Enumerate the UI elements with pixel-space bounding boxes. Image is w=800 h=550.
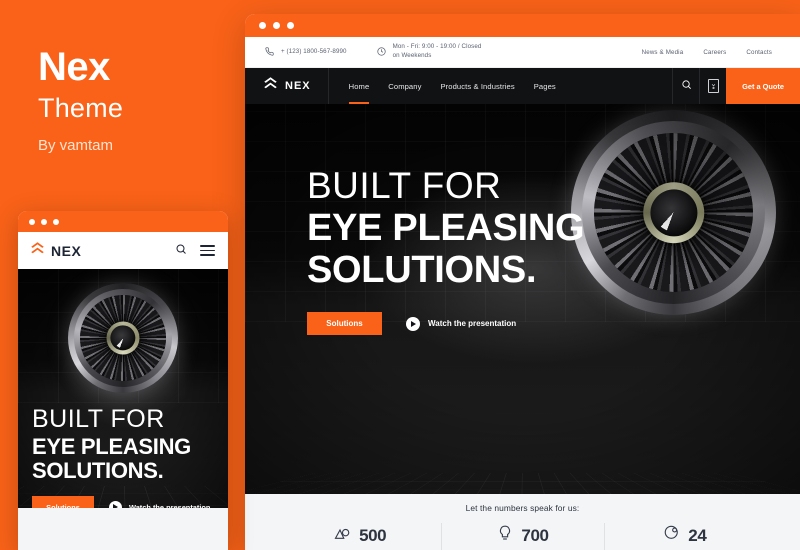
nav-item-pages[interactable]: Pages bbox=[534, 68, 556, 104]
topbar-hours: Mon - Fri: 9:00 - 19:00 / Closed on Week… bbox=[376, 43, 485, 61]
mobile-hero-watch-label: Watch the presentation bbox=[129, 502, 211, 508]
shopping-bag-icon bbox=[707, 79, 719, 93]
mobile-next-section bbox=[18, 508, 228, 550]
topbar-hours-text: Mon - Fri: 9:00 - 19:00 / Closed on Week… bbox=[392, 43, 482, 59]
mountain-icon bbox=[334, 524, 352, 547]
stat-value: 24 bbox=[688, 525, 707, 545]
site-logo-text: NEX bbox=[285, 80, 311, 92]
mobile-hero-headline-line3: SOLUTIONS. bbox=[32, 457, 164, 483]
nav-cart-button[interactable] bbox=[699, 68, 726, 104]
topbar-links: News & Media Careers Contacts bbox=[642, 49, 772, 56]
hero-watch-presentation-link[interactable]: Watch the presentation bbox=[406, 316, 517, 331]
site-main-navigation: NEX Home Company Products & Industries P… bbox=[245, 68, 800, 104]
mobile-header: NEX bbox=[18, 232, 228, 269]
window-dot-close[interactable] bbox=[29, 218, 35, 225]
chevron-stack-logo-icon bbox=[263, 76, 278, 96]
nav-items: Home Company Products & Industries Pages bbox=[329, 68, 556, 104]
stat-value: 500 bbox=[359, 525, 387, 545]
promo-subtitle: Theme bbox=[38, 93, 124, 123]
nav-item-home[interactable]: Home bbox=[348, 68, 370, 104]
promo-title: Nex bbox=[38, 45, 110, 89]
hero-solutions-button[interactable]: Solutions bbox=[307, 312, 382, 336]
hero-content: BUILT FOR EYE PLEASING SOLUTIONS. Soluti… bbox=[307, 165, 585, 336]
phone-icon bbox=[265, 43, 274, 61]
mobile-titlebar bbox=[18, 211, 228, 232]
topbar-link-contacts[interactable]: Contacts bbox=[746, 49, 772, 56]
search-icon[interactable] bbox=[175, 242, 187, 260]
stats-title: Let the numbers speak for us: bbox=[465, 503, 580, 513]
site-logo[interactable]: NEX bbox=[245, 68, 329, 104]
hero-section: BUILT FOR EYE PLEASING SOLUTIONS. Soluti… bbox=[245, 104, 800, 494]
nav-item-company[interactable]: Company bbox=[388, 68, 421, 104]
hero-cta-group: Solutions Watch the presentation bbox=[307, 312, 584, 336]
hero-headline-line3: SOLUTIONS. bbox=[307, 249, 537, 292]
nav-search-button[interactable] bbox=[672, 68, 699, 104]
desktop-titlebar bbox=[245, 14, 800, 37]
globe-pin-icon bbox=[663, 524, 681, 547]
hero-headline-line2: EYE PLEASING bbox=[307, 206, 585, 249]
window-dot-maximize[interactable] bbox=[53, 218, 59, 225]
topbar-phone-text: + (123) 1800-567-8990 bbox=[281, 47, 347, 55]
get-a-quote-button[interactable]: Get a Quote bbox=[726, 68, 800, 104]
hero-headline-line1: BUILT FOR bbox=[307, 165, 502, 206]
nav-right-group: Get a Quote bbox=[672, 68, 800, 104]
window-dot-maximize[interactable] bbox=[287, 22, 294, 29]
mobile-hero-cta-group: Solutions Watch the presentation bbox=[32, 496, 210, 508]
mobile-hero-solutions-button[interactable]: Solutions bbox=[32, 496, 94, 508]
stats-row: 500 700 24 bbox=[245, 523, 800, 550]
mobile-hero-section: BUILT FOR EYE PLEASING SOLUTIONS. Soluti… bbox=[18, 269, 228, 508]
desktop-browser-mockup: + (123) 1800-567-8990 Mon - Fri: 9:00 - … bbox=[245, 14, 800, 550]
site-topbar: + (123) 1800-567-8990 Mon - Fri: 9:00 - … bbox=[245, 37, 800, 68]
mobile-hero-headline-line2: EYE PLEASING bbox=[32, 433, 191, 459]
play-circle-icon bbox=[406, 316, 420, 331]
mobile-site-logo-text: NEX bbox=[51, 242, 82, 259]
search-icon bbox=[681, 77, 692, 95]
topbar-phone[interactable]: + (123) 1800-567-8990 bbox=[265, 43, 347, 61]
stat-item: 700 bbox=[441, 523, 603, 550]
clock-icon bbox=[376, 43, 386, 61]
mobile-hero-watch-presentation-link[interactable]: Watch the presentation bbox=[109, 500, 211, 508]
play-circle-icon bbox=[109, 500, 122, 508]
mobile-browser-mockup: NEX BUILT FOR EYE PLEASING SOLUTIONS. So… bbox=[18, 211, 228, 550]
mobile-site-logo[interactable]: NEX bbox=[30, 241, 81, 261]
topbar-link-news[interactable]: News & Media bbox=[642, 49, 684, 56]
mobile-hero-headline-line1: BUILT FOR bbox=[32, 405, 165, 433]
window-dot-minimize[interactable] bbox=[273, 22, 280, 29]
chevron-stack-logo-icon bbox=[30, 241, 45, 261]
mobile-header-actions bbox=[175, 242, 215, 260]
window-dot-close[interactable] bbox=[259, 22, 266, 29]
hero-watch-label: Watch the presentation bbox=[428, 319, 517, 329]
topbar-link-careers[interactable]: Careers bbox=[703, 49, 726, 56]
stat-item: 500 bbox=[279, 524, 441, 547]
mobile-hero-content: BUILT FOR EYE PLEASING SOLUTIONS. Soluti… bbox=[32, 405, 210, 508]
stats-section: Let the numbers speak for us: 500 700 24 bbox=[245, 494, 800, 550]
hamburger-menu-icon[interactable] bbox=[200, 245, 215, 256]
stat-value: 700 bbox=[521, 525, 549, 545]
lightbulb-icon bbox=[496, 524, 514, 547]
stat-item: 24 bbox=[603, 523, 766, 550]
promo-author: By vamtam bbox=[38, 137, 114, 154]
nav-item-products-industries[interactable]: Products & Industries bbox=[440, 68, 514, 104]
window-dot-minimize[interactable] bbox=[41, 218, 47, 225]
